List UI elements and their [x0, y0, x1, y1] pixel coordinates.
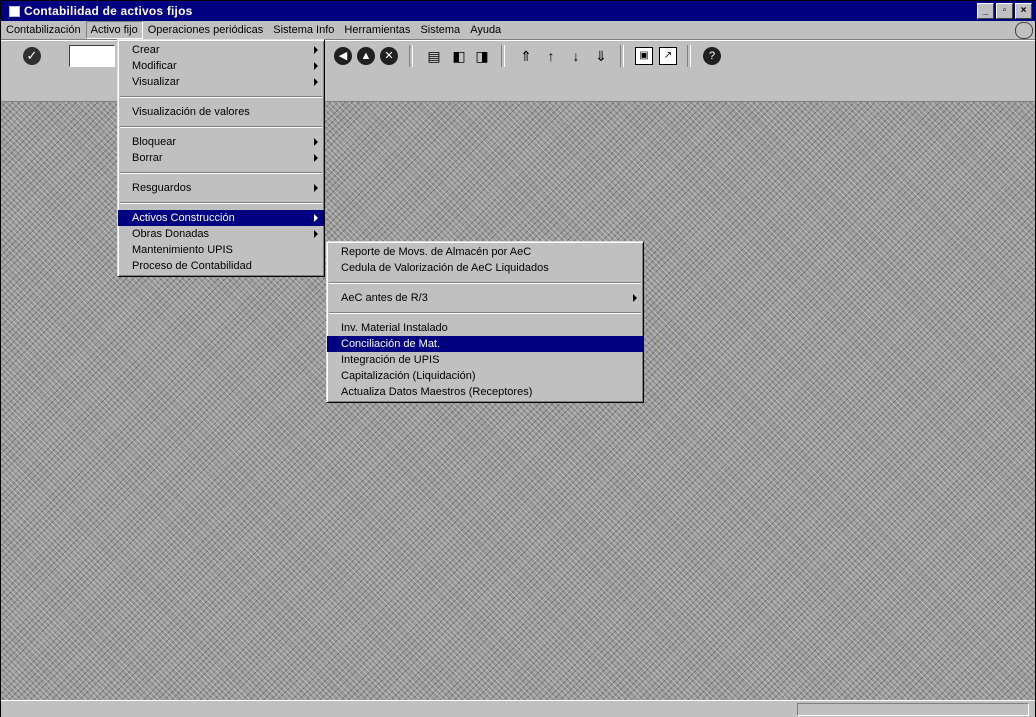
- menu-item-capitalizacion[interactable]: Capitalización (Liquidación): [327, 368, 643, 384]
- menu-item-label: Bloquear: [132, 136, 177, 148]
- menu-item-label: Inv. Material Instalado: [341, 322, 448, 334]
- app-icon: [9, 5, 20, 17]
- submenu-arrow-icon: [314, 138, 318, 146]
- menu-separator: [329, 312, 641, 314]
- back-icon[interactable]: ◀: [334, 47, 352, 65]
- window-status-icon[interactable]: [1015, 22, 1033, 39]
- menu-item-obras-donadas[interactable]: Obras Donadas: [118, 226, 324, 242]
- cancel-icon[interactable]: ✕: [380, 47, 398, 65]
- menu-sistema-info[interactable]: Sistema Info: [268, 22, 339, 38]
- submenu-arrow-icon: [314, 184, 318, 192]
- menu-item-label: AeC antes de R/3: [341, 292, 428, 304]
- menu-item-actualiza-datos-maestros[interactable]: Actualiza Datos Maestros (Receptores): [327, 384, 643, 400]
- toolbar-separator: [687, 45, 691, 67]
- menu-separator: [120, 202, 322, 204]
- menu-separator: [120, 96, 322, 98]
- sap-window: Contabilidad de activos fijos _ ▫ × Cont…: [0, 0, 1036, 717]
- menu-item-label: Crear: [132, 44, 160, 56]
- menu-item-label: Modificar: [132, 60, 177, 72]
- window-title: Contabilidad de activos fijos: [24, 4, 193, 18]
- menu-item-label: Activos Construcción: [132, 212, 235, 224]
- menu-item-cedula-valorizacion[interactable]: Cedula de Valorización de AeC Liquidados: [327, 260, 643, 276]
- menu-activo-fijo[interactable]: Activo fijo: [85, 21, 143, 39]
- menu-item-mantenimiento-upis[interactable]: Mantenimiento UPIS: [118, 242, 324, 258]
- menu-bar: Contabilización Activo fijo Operaciones …: [1, 21, 1035, 40]
- menu-contabilizacion[interactable]: Contabilización: [1, 22, 86, 38]
- submenu-arrow-icon: [314, 78, 318, 86]
- menu-item-label: Visualización de valores: [132, 106, 250, 118]
- window-controls: _ ▫ ×: [977, 3, 1032, 19]
- menu-herramientas[interactable]: Herramientas: [339, 22, 415, 38]
- menu-ayuda[interactable]: Ayuda: [465, 22, 506, 38]
- status-bar: [1, 700, 1035, 717]
- submenu-arrow-icon: [633, 294, 637, 302]
- last-page-icon[interactable]: ⇓: [592, 47, 610, 65]
- first-page-icon[interactable]: ⇑: [517, 47, 535, 65]
- activo-fijo-menu: Crear Modificar Visualizar Visualización…: [117, 39, 325, 277]
- menu-item-proceso-de-contabilidad[interactable]: Proceso de Contabilidad: [118, 258, 324, 274]
- help-icon[interactable]: ?: [703, 47, 721, 65]
- print-icon[interactable]: ▤: [425, 47, 443, 65]
- submenu-arrow-icon: [314, 230, 318, 238]
- menu-item-label: Borrar: [132, 152, 163, 164]
- menu-item-conciliacion-de-mat[interactable]: Conciliación de Mat.: [327, 336, 643, 352]
- submenu-arrow-icon: [314, 154, 318, 162]
- menu-item-visualizar[interactable]: Visualizar: [118, 74, 324, 90]
- menu-item-label: Visualizar: [132, 76, 180, 88]
- menu-separator: [120, 126, 322, 128]
- maximize-button[interactable]: ▫: [996, 3, 1013, 19]
- previous-page-icon[interactable]: ↑: [542, 47, 560, 65]
- menu-item-integracion-de-upis[interactable]: Integración de UPIS: [327, 352, 643, 368]
- menu-item-reporte-movs-almacen[interactable]: Reporte de Movs. de Almacén por AeC: [327, 244, 643, 260]
- menu-separator: [120, 172, 322, 174]
- submenu-arrow-icon: [314, 214, 318, 222]
- command-field[interactable]: [69, 45, 115, 67]
- menu-item-label: Cedula de Valorización de AeC Liquidados: [341, 262, 549, 274]
- menu-item-label: Reporte de Movs. de Almacén por AeC: [341, 246, 532, 258]
- menu-separator: [329, 282, 641, 284]
- activos-construccion-submenu: Reporte de Movs. de Almacén por AeC Cedu…: [326, 241, 644, 403]
- menu-item-inv-material-instalado[interactable]: Inv. Material Instalado: [327, 320, 643, 336]
- menu-item-label: Capitalización (Liquidación): [341, 370, 476, 382]
- menu-sistema[interactable]: Sistema: [415, 22, 465, 38]
- title-bar: Contabilidad de activos fijos _ ▫ ×: [1, 1, 1035, 21]
- system-info-field: [797, 703, 1029, 716]
- menu-item-resguardos[interactable]: Resguardos: [118, 180, 324, 196]
- menu-item-crear[interactable]: Crear: [118, 42, 324, 58]
- menu-item-aec-antes-r3[interactable]: AeC antes de R/3: [327, 290, 643, 306]
- menu-item-label: Actualiza Datos Maestros (Receptores): [341, 386, 533, 398]
- shortcut-icon[interactable]: ↗: [659, 47, 677, 65]
- menu-item-visualizacion-de-valores[interactable]: Visualización de valores: [118, 104, 324, 120]
- menu-item-borrar[interactable]: Borrar: [118, 150, 324, 166]
- menu-item-label: Conciliación de Mat.: [341, 338, 441, 350]
- menu-operaciones-periodicas[interactable]: Operaciones periódicas: [143, 22, 269, 38]
- new-session-icon[interactable]: ▣: [635, 47, 653, 65]
- menu-item-label: Mantenimiento UPIS: [132, 244, 233, 256]
- find-next-icon[interactable]: ◨: [473, 47, 491, 65]
- submenu-arrow-icon: [314, 62, 318, 70]
- enter-check-icon[interactable]: ✓: [23, 47, 41, 65]
- toolbar-separator: [620, 45, 624, 67]
- menu-item-bloquear[interactable]: Bloquear: [118, 134, 324, 150]
- menu-item-label: Resguardos: [132, 182, 192, 194]
- close-button[interactable]: ×: [1015, 3, 1032, 19]
- menu-item-modificar[interactable]: Modificar: [118, 58, 324, 74]
- minimize-button[interactable]: _: [977, 3, 994, 19]
- menu-item-activos-construccion[interactable]: Activos Construcción: [118, 210, 324, 226]
- submenu-arrow-icon: [314, 46, 318, 54]
- find-icon[interactable]: ◧: [450, 47, 468, 65]
- menu-item-label: Obras Donadas: [132, 228, 210, 240]
- menu-item-label: Proceso de Contabilidad: [132, 260, 252, 272]
- next-page-icon[interactable]: ↓: [567, 47, 585, 65]
- menu-item-label: Integración de UPIS: [341, 354, 440, 366]
- toolbar-separator: [409, 45, 413, 67]
- toolbar-separator: [501, 45, 505, 67]
- exit-icon[interactable]: ▲: [357, 47, 375, 65]
